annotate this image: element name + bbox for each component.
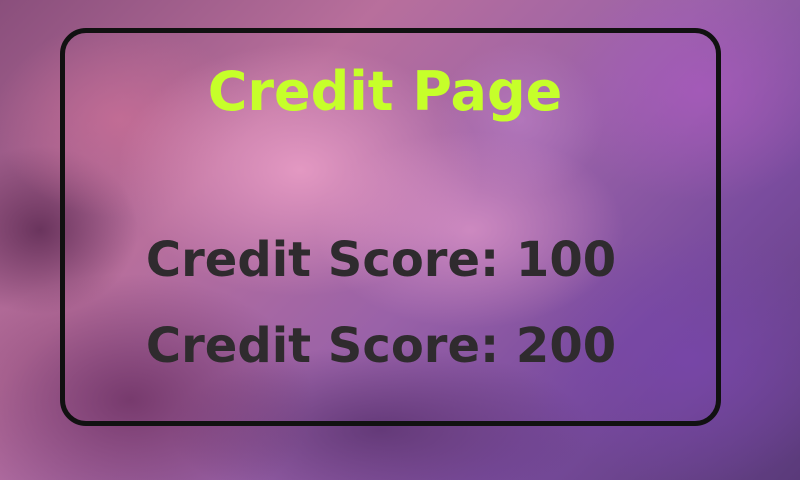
credit-score-line-2: Credit Score: 200 bbox=[145, 318, 617, 374]
page-title: Credit Page bbox=[207, 60, 563, 123]
credit-score-line-1: Credit Score: 100 bbox=[145, 232, 617, 288]
